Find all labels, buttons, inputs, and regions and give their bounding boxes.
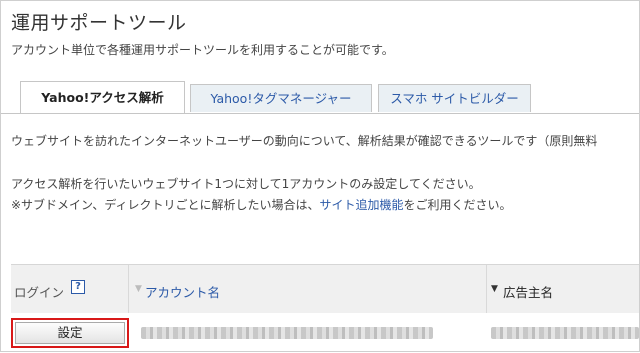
account-name-redacted <box>141 327 433 339</box>
login-column-header: ログイン ? <box>11 265 129 313</box>
add-site-link[interactable]: サイト追加機能 <box>320 198 404 212</box>
settings-button[interactable]: 設定 <box>15 322 125 344</box>
tool-description: ウェブサイトを訪れたインターネットユーザーの動向について、解析結果が確認できるツ… <box>11 134 598 148</box>
account-name-column-header[interactable]: ▼ アカウント名 <box>129 265 487 313</box>
settings-button-highlight: 設定 <box>11 318 129 348</box>
subdomain-note: ※サブドメイン、ディレクトリごとに解析したい場合は、サイト追加機能をご利用くださ… <box>11 196 512 213</box>
subdomain-note-suffix: をご利用ください。 <box>403 198 512 212</box>
sort-icon: ▼ <box>135 284 142 294</box>
page-subtitle: アカウント単位で各種運用サポートツールを利用することが可能です。 <box>11 43 394 57</box>
tab-yahoo-tag-manager[interactable]: Yahoo!タグマネージャー <box>190 84 372 112</box>
sort-desc-icon: ▼ <box>491 284 498 294</box>
account-table: ログイン ? ▼ アカウント名 ▼ 広告主名 設定 <box>11 264 639 353</box>
account-name-header-link[interactable]: アカウント名 <box>145 282 220 301</box>
table-row: 設定 <box>11 313 639 353</box>
setup-note: アクセス解析を行いたいウェブサイト1つに対して1アカウントのみ設定してください。 <box>11 177 481 191</box>
tab-yahoo-access-analytics[interactable]: Yahoo!アクセス解析 <box>20 81 185 113</box>
advertiser-name-header-label[interactable]: 広告主名 <box>503 282 553 301</box>
help-icon[interactable]: ? <box>71 280 85 294</box>
advertiser-name-redacted <box>491 327 639 339</box>
subdomain-note-prefix: ※サブドメイン、ディレクトリごとに解析したい場合は、 <box>11 198 320 212</box>
page-title: 運用サポートツール <box>11 12 187 34</box>
page-frame: 運用サポートツール アカウント単位で各種運用サポートツールを利用することが可能で… <box>0 0 640 352</box>
tab-smartphone-site-builder[interactable]: スマホ サイトビルダー <box>378 84 531 112</box>
tab-bar: Yahoo!アクセス解析 Yahoo!タグマネージャー スマホ サイトビルダー <box>1 81 639 114</box>
login-header-label: ログイン <box>14 285 65 300</box>
advertiser-name-column-header[interactable]: ▼ 広告主名 <box>487 265 639 313</box>
